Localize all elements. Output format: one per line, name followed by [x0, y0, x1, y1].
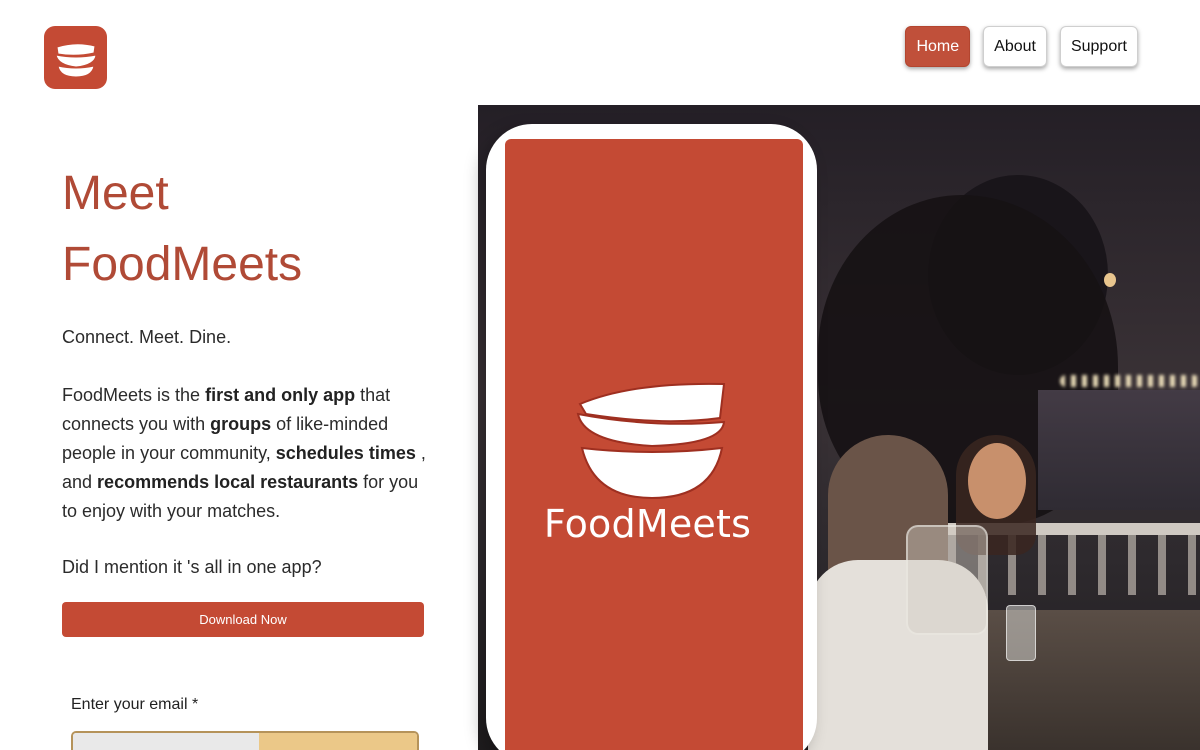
bowls-icon — [54, 42, 97, 78]
photo-glass — [1006, 605, 1036, 661]
tagline: Connect. Meet. Dine. — [62, 327, 232, 347]
email-label: Enter your email * — [71, 696, 199, 713]
desc-bold: groups — [210, 414, 272, 434]
email-form — [71, 731, 419, 750]
photo-water — [1038, 390, 1200, 510]
nav-home-button[interactable]: Home — [905, 26, 971, 67]
email-field[interactable] — [73, 733, 259, 750]
email-submit-button[interactable] — [259, 733, 417, 750]
photo-moon — [1104, 273, 1116, 287]
phone-brand-name: FoodMeets — [543, 502, 752, 546]
question-text: Did I mention it 's all in one app? — [62, 557, 322, 577]
hero-title: Meet FoodMeets — [62, 158, 302, 300]
desc-bold: first and only app — [205, 385, 356, 405]
photo-jar — [906, 525, 988, 635]
nav-support-button[interactable]: Support — [1059, 26, 1138, 67]
download-now-button[interactable]: Download Now — [62, 602, 424, 637]
photo-city-lights — [1060, 375, 1200, 387]
desc-bold: recommends local restaurants — [97, 472, 359, 492]
photo-person — [968, 443, 1026, 519]
hero-title-line1: Meet — [62, 167, 169, 220]
desc-text: FoodMeets is the — [62, 385, 206, 405]
bowls-icon — [576, 382, 726, 500]
desc-bold: schedules times — [275, 443, 416, 463]
top-nav: Home About Support — [905, 26, 1138, 67]
description: FoodMeets is the first and only app that… — [62, 381, 434, 526]
app-logo[interactable] — [44, 26, 107, 89]
hero-title-line2: FoodMeets — [62, 238, 303, 291]
nav-about-button[interactable]: About — [983, 26, 1047, 67]
